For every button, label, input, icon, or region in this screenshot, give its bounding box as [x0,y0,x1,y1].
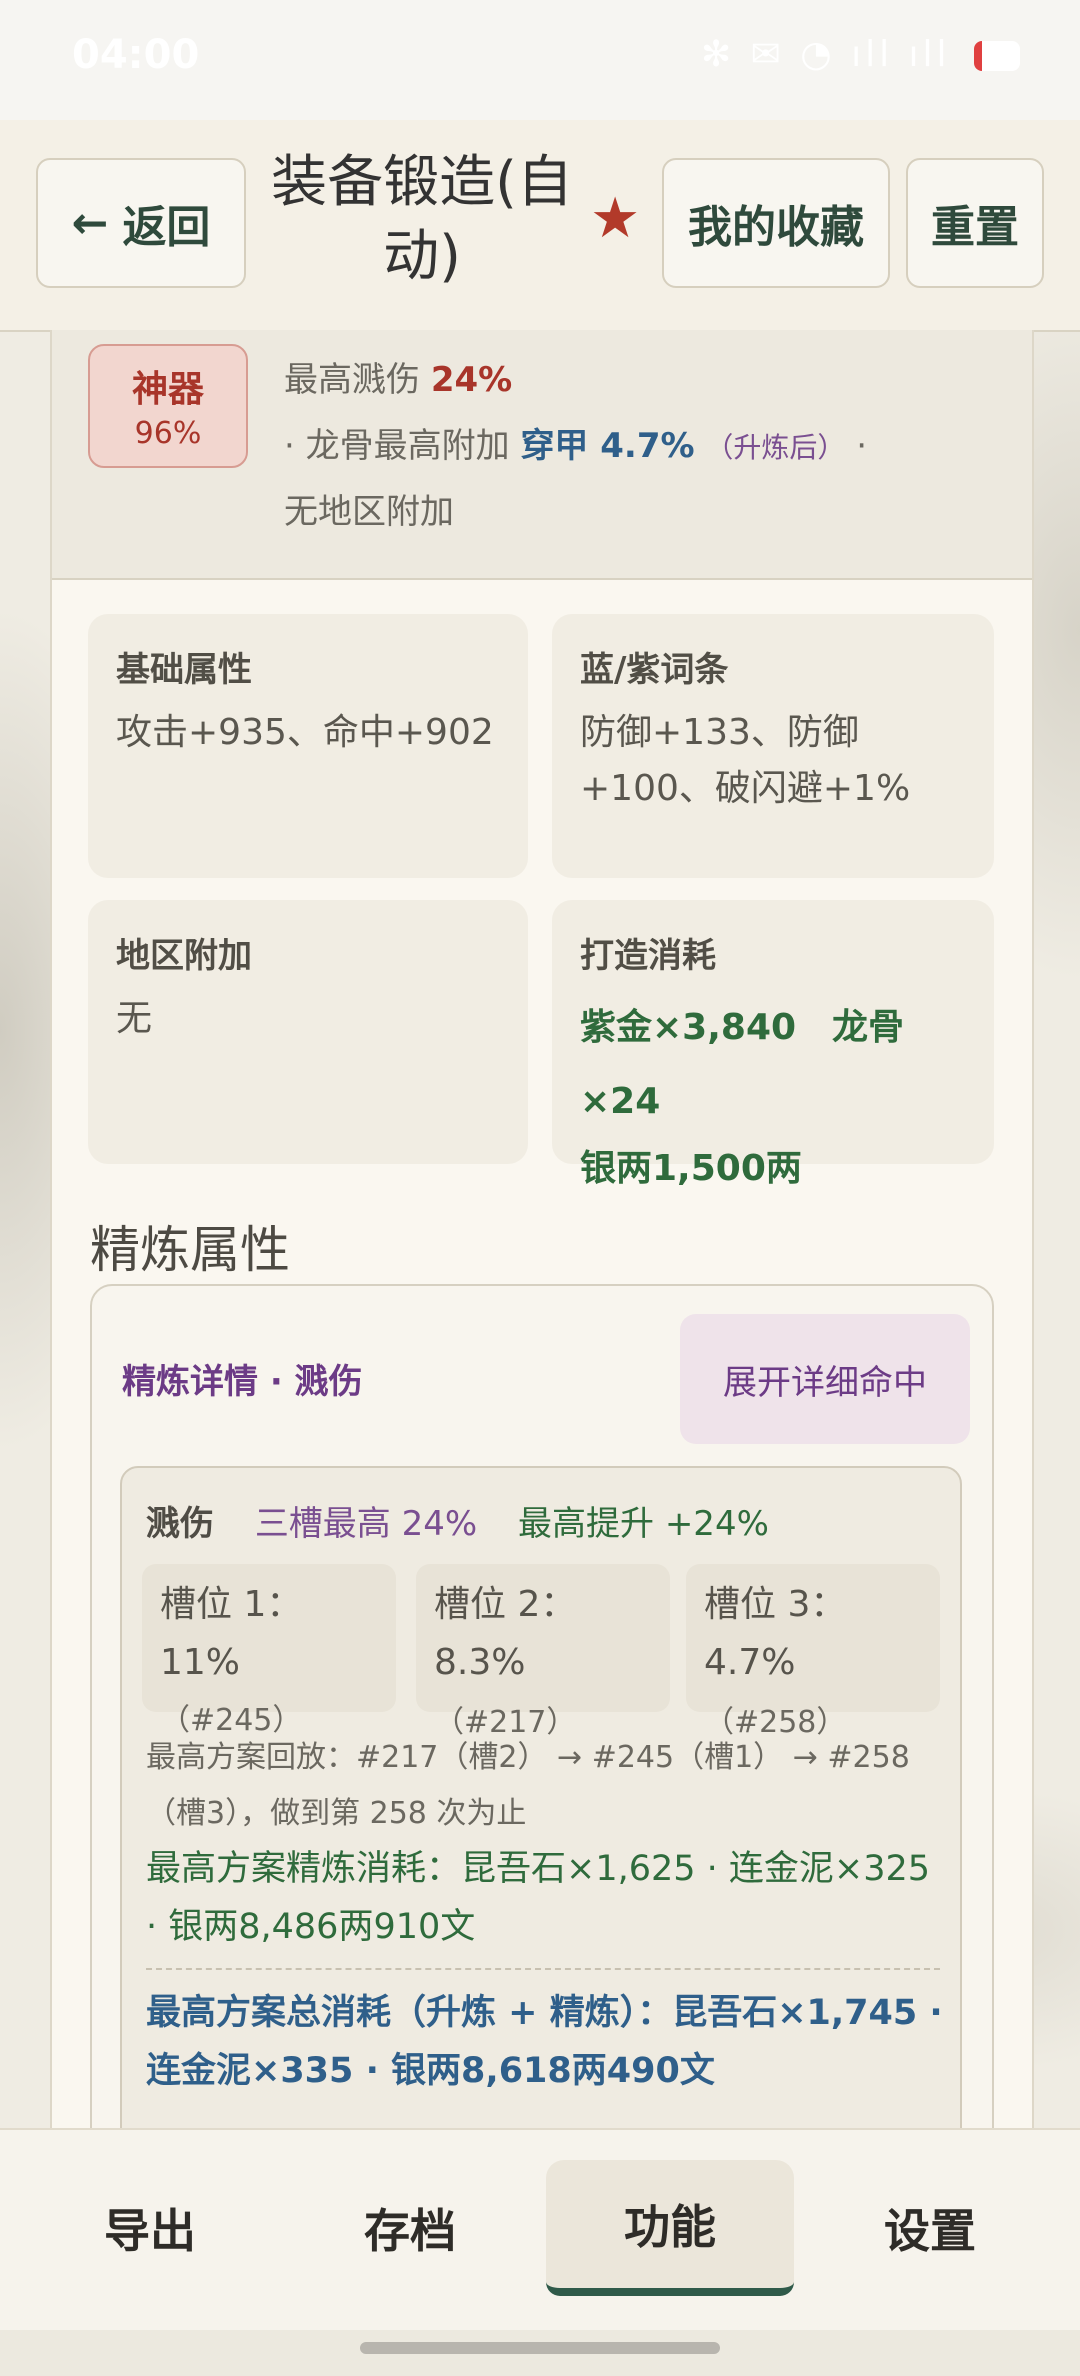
three-slot-max: 三槽最高 24% [254,1504,478,1544]
affix-title: 蓝/紫词条 [580,650,729,690]
slot-3-value: 4.7% [704,1642,796,1683]
status-time: 04:00 [72,32,200,78]
battery-icon [974,41,1020,71]
region-title: 地区附加 [116,936,252,976]
back-label: 返回 [122,202,211,253]
bottom-nav: 导出 存档 功能 设置 [0,2128,1080,2330]
max-splash-label: 最高溅伤 [284,360,420,400]
star-icon[interactable]: ★ [590,186,640,251]
grade-badge: 神器 96% [88,344,248,468]
divider [146,1968,940,1970]
max-splash-value: 24% [430,360,513,400]
expand-details-button[interactable]: 展开详细命中 [680,1314,970,1444]
slot-3: 槽位 3： 4.7%（#258） [686,1564,940,1740]
status-icons-text: ✻ ✉ ◔ ıll ıll [701,34,951,75]
reset-button[interactable]: 重置 [906,158,1044,288]
status-icons: ✻ ✉ ◔ ıll ıll [701,34,1020,75]
slot-1: 槽位 1：11% （#245） [142,1564,396,1738]
slot-2-value: 8.3% [434,1642,526,1683]
nav-export[interactable]: 导出 [40,2130,260,2326]
refine-cost: 最高方案精炼消耗：昆吾石×1,625 · 连金泥×325 · 银两8,486两9… [146,1849,931,1947]
forge-cost-card: 打造消耗 紫金×3,840 龙骨×24 银两1,500两 [552,900,994,1189]
forge-cost-line2: 银两1,500两 [580,1148,802,1189]
slot-1-line1: 槽位 1：11% [160,1584,303,1683]
slot-2-line1: 槽位 2： [434,1584,577,1625]
page-title: 装备锻造(自 动) [262,146,582,294]
region-value: 无 [116,998,153,1039]
nav-function[interactable]: 功能 [546,2160,794,2296]
main-panel: 神器 96% 最高溅伤 24% · 龙骨最高附加 穿甲 4.7% （升炼后） ·… [50,330,1034,2184]
dragon-stat: 穿甲 4.7% [520,426,695,466]
base-attributes-title: 基础属性 [116,650,252,690]
grade-badge-percent: 96% [134,416,202,451]
back-button[interactable]: ← 返回 [36,158,246,288]
nav-settings[interactable]: 设置 [820,2130,1040,2326]
splash-summary: 溅伤 三槽最高 24% 最高提升 +24% [146,1496,769,1545]
status-bar: 04:00 ✻ ✉ ◔ ıll ıll [0,0,1080,120]
max-gain: 最高提升 +24% [518,1504,769,1544]
affix-value: 防御+133、防御+100、破闪避+1% [580,712,911,809]
refine-section-title: 精炼属性 [90,1221,290,1279]
grade-badge-title: 神器 [131,369,204,410]
refine-detail-title: 精炼详情 · 溅伤 [122,1362,363,1402]
dragon-bone-line: · 龙骨最高附加 穿甲 4.7% （升炼后） · [284,418,867,467]
splash-label: 溅伤 [146,1504,214,1544]
home-indicator[interactable] [360,2342,720,2354]
dragon-suffix: · [856,426,868,466]
page-title-line2: 动) [383,224,461,289]
dragon-prefix: · 龙骨最高附加 [284,426,510,466]
splash-refine-panel: 溅伤 三槽最高 24% 最高提升 +24% 槽位 1：11% （#245） 槽位… [120,1466,962,2166]
forge-cost-title: 打造消耗 [580,936,716,976]
arrow-left-icon: ← [71,197,109,249]
replay-note: 最高方案回放：#217（槽2） → #245（槽1） → #258（槽3），做到… [146,1740,910,1831]
slot-2: 槽位 2： 8.3%（#217） [416,1564,670,1740]
slot-3-line1: 槽位 3： [704,1584,847,1625]
page-title-line1: 装备锻造(自 [271,150,573,215]
affix-card: 蓝/紫词条 防御+133、防御+100、破闪避+1% [552,614,994,878]
total-cost: 最高方案总消耗（升炼 + 精炼）：昆吾石×1,745 · 连金泥×335 · 银… [146,1993,943,2091]
region-line: 无地区附加 [284,492,454,532]
app-header: ← 返回 装备锻造(自 动) ★ 我的收藏 重置 [0,120,1080,332]
nav-save[interactable]: 存档 [300,2130,520,2326]
region-card: 地区附加 无 [88,900,528,1164]
dragon-note: （升炼后） [705,431,846,464]
base-attributes-card: 基础属性 攻击+935、命中+902 [88,614,528,878]
max-splash-line: 最高溅伤 24% [284,352,512,401]
summary-strip: 神器 96% 最高溅伤 24% · 龙骨最高附加 穿甲 4.7% （升炼后） ·… [52,330,1032,580]
base-attributes-value: 攻击+935、命中+902 [116,712,494,753]
favorites-button[interactable]: 我的收藏 [662,158,890,288]
forge-cost-line1: 紫金×3,840 龙骨×24 [580,1007,905,1122]
refine-detail-box: 精炼详情 · 溅伤 展开详细命中 溅伤 三槽最高 24% 最高提升 +24% 槽… [90,1284,994,2184]
